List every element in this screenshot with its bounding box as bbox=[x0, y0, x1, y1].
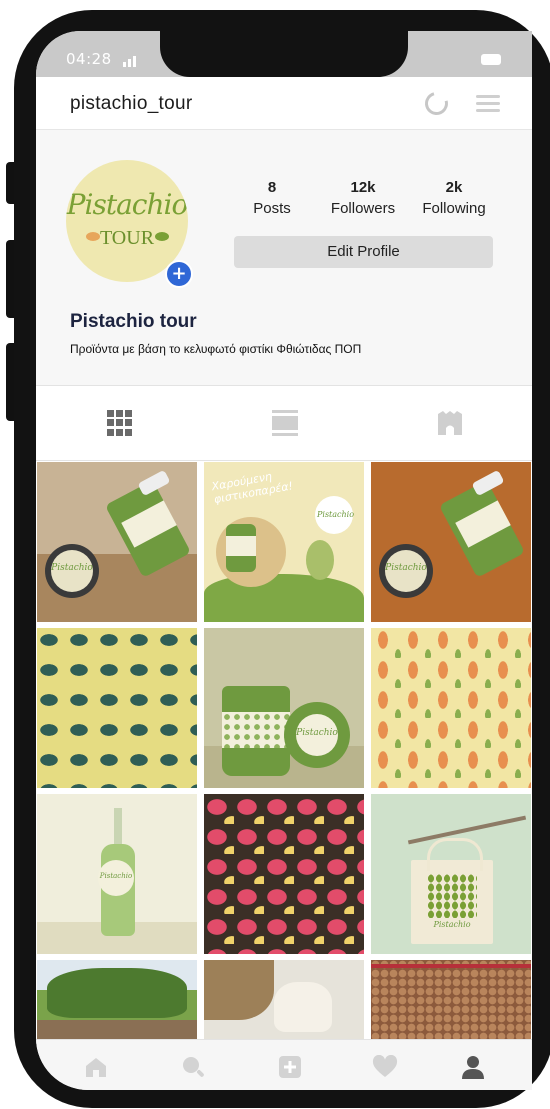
battery-icon bbox=[481, 54, 501, 65]
post-thumbnail[interactable]: Pistachio bbox=[371, 794, 531, 954]
phone-screen: 04:28 pistachio_tour Pistachio TOUR + 8 … bbox=[36, 31, 532, 1090]
followers-label: Followers bbox=[330, 200, 396, 217]
profile-tabs bbox=[36, 385, 532, 461]
post-thumbnail[interactable]: Pistachio bbox=[204, 628, 364, 788]
leaf-icon bbox=[155, 232, 169, 241]
stat-posts[interactable]: 8 Posts bbox=[222, 179, 322, 217]
post-caption: Χαρούμενη φιστικοπαρέα! bbox=[210, 469, 294, 507]
stat-followers[interactable]: 12k Followers bbox=[313, 179, 413, 217]
search-icon[interactable] bbox=[181, 1055, 205, 1079]
tagged-icon[interactable] bbox=[437, 410, 463, 436]
stat-following[interactable]: 2k Following bbox=[404, 179, 504, 217]
post-caption: Pistachio bbox=[296, 728, 338, 738]
post-thumbnail[interactable] bbox=[37, 960, 197, 1039]
header-username: pistachio_tour bbox=[70, 93, 193, 114]
bottom-navigation bbox=[36, 1039, 532, 1090]
post-thumbnail[interactable]: Pistachio bbox=[37, 794, 197, 954]
post-caption: Pistachio bbox=[99, 872, 133, 880]
grid-icon[interactable] bbox=[107, 410, 133, 436]
profile-name: Pistachio tour bbox=[70, 311, 197, 332]
post-badge-text: Pistachio bbox=[317, 510, 355, 519]
add-post-icon[interactable] bbox=[278, 1055, 302, 1079]
feed-icon[interactable] bbox=[272, 410, 298, 436]
post-thumbnail[interactable] bbox=[371, 628, 531, 788]
profile-bio: Προϊόντα με βάση το κελυφωτό φιστίκι Φθι… bbox=[70, 342, 362, 356]
status-time: 04:28 bbox=[66, 50, 112, 68]
posts-grid: Pistachio Χαρούμενη φιστικοπαρέα! Pistac… bbox=[36, 461, 532, 1039]
profile-icon[interactable] bbox=[461, 1055, 485, 1079]
home-icon[interactable] bbox=[84, 1055, 108, 1079]
add-story-button[interactable]: + bbox=[165, 260, 193, 288]
menu-icon[interactable] bbox=[476, 95, 500, 113]
posts-count: 8 bbox=[267, 179, 277, 196]
post-thumbnail[interactable]: Pistachio bbox=[37, 462, 197, 622]
phone-notch bbox=[160, 31, 408, 77]
post-thumbnail[interactable]: Pistachio bbox=[371, 462, 531, 622]
following-count: 2k bbox=[445, 179, 463, 196]
post-thumbnail[interactable] bbox=[37, 628, 197, 788]
post-thumbnail[interactable] bbox=[204, 794, 364, 954]
edit-profile-button[interactable]: Edit Profile bbox=[234, 236, 493, 268]
post-thumbnail[interactable] bbox=[371, 960, 531, 1039]
post-caption: Pistachio bbox=[433, 920, 471, 929]
post-thumbnail[interactable]: Χαρούμενη φιστικοπαρέα! Pistachio bbox=[204, 462, 364, 622]
heart-icon[interactable] bbox=[372, 1054, 398, 1079]
posts-label: Posts bbox=[253, 200, 291, 217]
signal-icon bbox=[123, 55, 143, 67]
post-caption: Pistachio bbox=[51, 563, 93, 573]
post-thumbnail[interactable] bbox=[204, 960, 364, 1039]
followers-count: 12k bbox=[350, 179, 376, 196]
following-label: Following bbox=[422, 200, 486, 217]
avatar-logo-text: Pistachio bbox=[66, 188, 188, 221]
profile-header: pistachio_tour bbox=[36, 77, 532, 130]
post-caption: Pistachio bbox=[385, 563, 427, 573]
refresh-icon[interactable] bbox=[420, 87, 453, 120]
avatar-logo-subtext: TOUR bbox=[99, 227, 155, 249]
